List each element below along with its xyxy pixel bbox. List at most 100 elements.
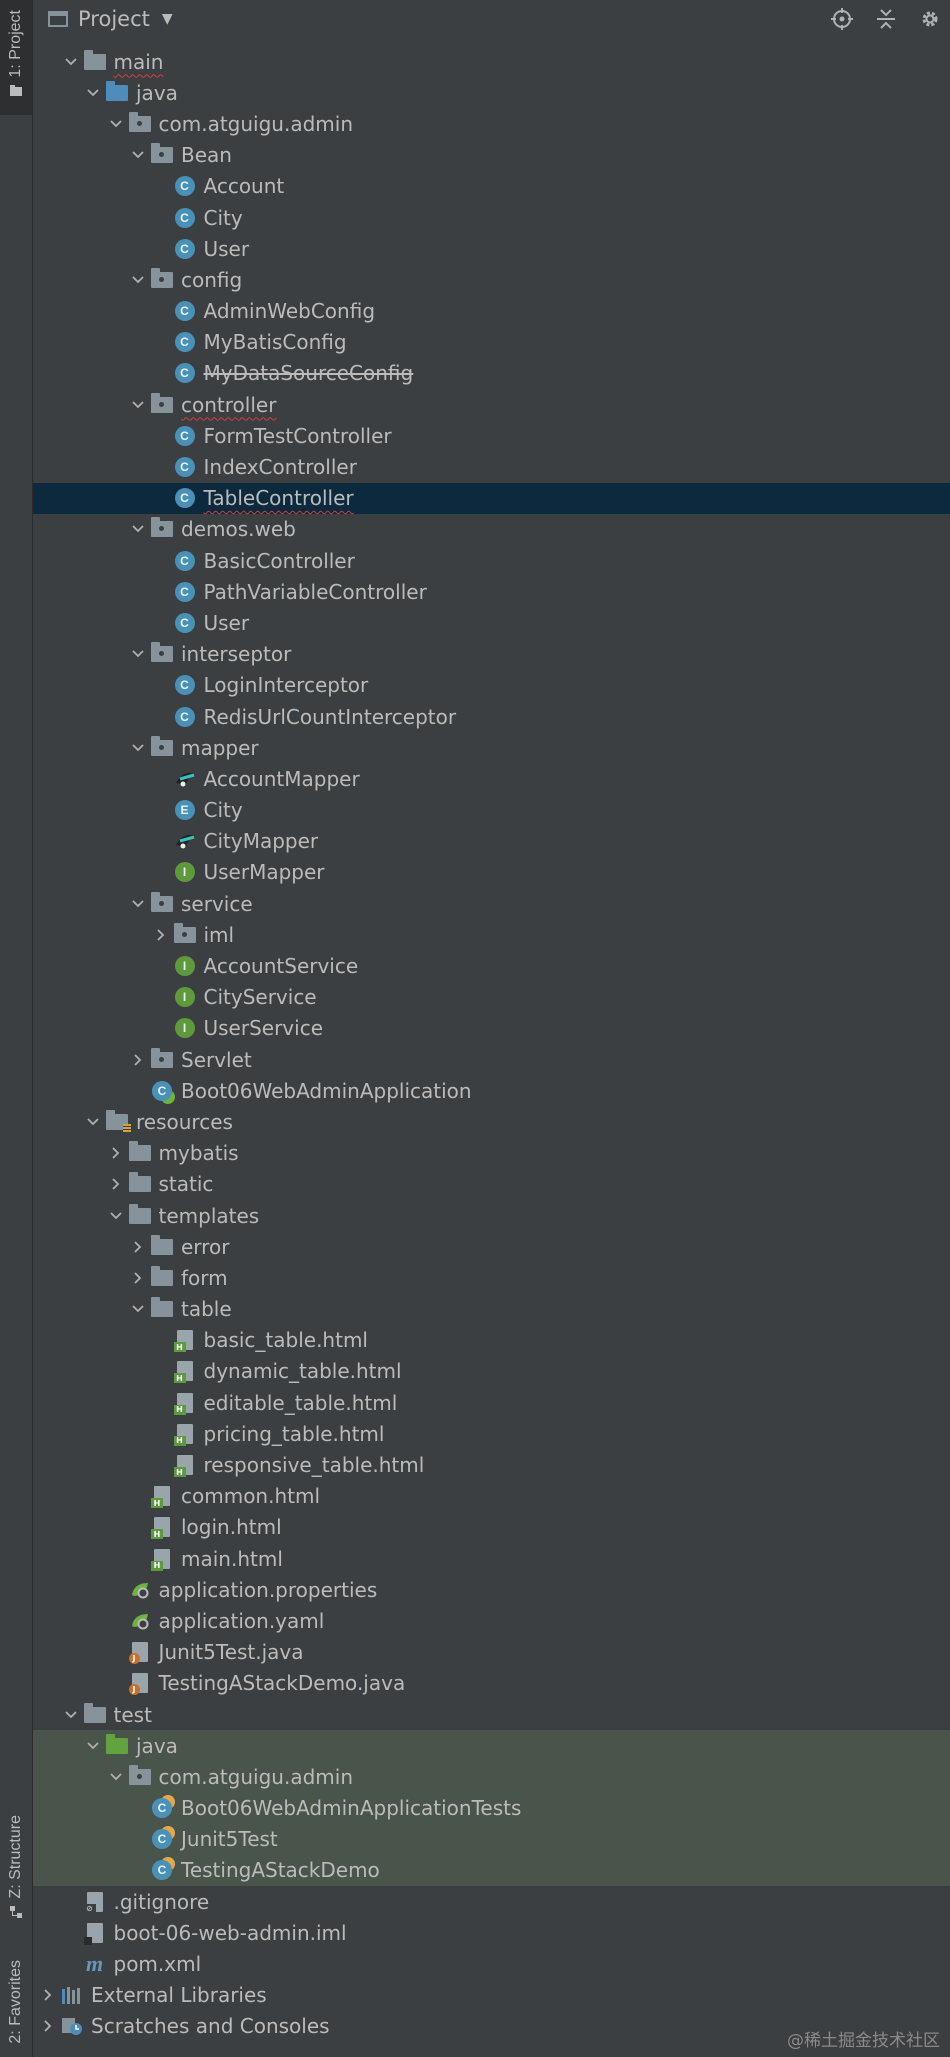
tree-node-junit5test[interactable]: C Junit5Test — [33, 1823, 950, 1855]
tree-node-dynamic-table-html[interactable]: Hdynamic_table.html — [33, 1356, 950, 1387]
tree-node-testingastackdemo[interactable]: C TestingAStackDemo — [33, 1854, 950, 1887]
chevron-right-icon[interactable] — [103, 1147, 129, 1159]
tree-node-pathvariablecontroller[interactable]: C PathVariableController — [33, 576, 950, 607]
tree-node-userservice[interactable]: I UserService — [33, 1013, 950, 1044]
tree-node-gitignore[interactable]: ⊘ .gitignore — [33, 1886, 950, 1917]
tree-node-com-atguigu-admin[interactable]: com.atguigu.admin — [33, 1761, 950, 1793]
chevron-down-icon[interactable] — [58, 57, 84, 66]
chevron-right-icon[interactable] — [125, 1272, 151, 1284]
chevron-down-icon[interactable] — [80, 1118, 106, 1126]
tree-node-demos-web[interactable]: demos.web — [33, 514, 950, 545]
tree-node-testingastackdemo-java[interactable]: J TestingAStackDemo.java — [33, 1668, 950, 1699]
tree-node-mybatis[interactable]: mybatis — [33, 1138, 950, 1169]
tree-node-controller[interactable]: controller — [33, 389, 950, 420]
tree-node-responsive-table-html[interactable]: Hresponsive_table.html — [33, 1449, 950, 1480]
tree-node-accountmapper[interactable]: AccountMapper — [33, 763, 950, 794]
tree-node-city[interactable]: C City — [33, 202, 950, 233]
tree-node-boot-06-web-admin-iml[interactable]: boot-06-web-admin.iml — [33, 1917, 950, 1948]
chevron-right-icon[interactable] — [103, 1178, 129, 1190]
tree-node-service[interactable]: service — [33, 888, 950, 919]
chevron-down-icon[interactable] — [125, 744, 151, 752]
tree-node-label: Junit5Test — [181, 1827, 278, 1852]
tree-node-java[interactable]: java — [33, 1730, 950, 1762]
class-icon: C — [174, 238, 196, 260]
tree-node-interseptor[interactable]: interseptor — [33, 639, 950, 670]
tree-node-accountservice[interactable]: I AccountService — [33, 950, 950, 981]
chevron-down-icon[interactable]: ▼ — [162, 11, 173, 27]
tree-node-com-atguigu-admin[interactable]: com.atguigu.admin — [33, 108, 950, 139]
tree-node-application-yaml[interactable]: application.yaml — [33, 1605, 950, 1636]
tree-node-mydatasourceconfig[interactable]: C MyDataSourceConfig — [33, 358, 950, 389]
chevron-right-icon[interactable] — [148, 929, 174, 941]
chevron-right-icon[interactable] — [35, 2020, 61, 2033]
locate-icon[interactable] — [828, 5, 856, 33]
chevron-down-icon[interactable] — [125, 151, 151, 159]
chevron-down-icon[interactable] — [125, 1305, 151, 1313]
tree-node-test[interactable]: test — [33, 1699, 950, 1730]
tree-node-redisurlcountinterceptor[interactable]: C RedisUrlCountInterceptor — [33, 701, 950, 732]
tree-node-account[interactable]: C Account — [33, 171, 950, 202]
chevron-down-icon[interactable] — [103, 1773, 129, 1781]
tree-node-adminwebconfig[interactable]: C AdminWebConfig — [33, 296, 950, 327]
tree-node-boot06webadminapplicationtests[interactable]: C Boot06WebAdminApplicationTests — [33, 1792, 950, 1824]
tree-node-basiccontroller[interactable]: C BasicController — [33, 545, 950, 576]
chevron-right-icon[interactable] — [35, 1989, 61, 2001]
structure-tool-tab[interactable]: Z: Structure — [0, 1815, 32, 1935]
tree-node-pricing-table-html[interactable]: Hpricing_table.html — [33, 1418, 950, 1449]
collapse-all-icon[interactable] — [872, 5, 900, 33]
chevron-down-icon[interactable] — [125, 401, 151, 409]
tree-node-application-properties[interactable]: application.properties — [33, 1574, 950, 1605]
settings-icon[interactable] — [916, 5, 944, 33]
tree-node-bean[interactable]: Bean — [33, 140, 950, 171]
tree-node-indexcontroller[interactable]: C IndexController — [33, 451, 950, 482]
tree-node-city[interactable]: E City — [33, 795, 950, 826]
tree-node-junit5test-java[interactable]: J Junit5Test.java — [33, 1637, 950, 1668]
tree-node-common-html[interactable]: Hcommon.html — [33, 1481, 950, 1512]
tree-node-servlet[interactable]: Servlet — [33, 1044, 950, 1075]
chevron-down-icon[interactable] — [80, 89, 106, 97]
chevron-down-icon[interactable] — [125, 650, 151, 658]
tree-node-editable-table-html[interactable]: Heditable_table.html — [33, 1387, 950, 1418]
project-view-selector[interactable]: Project — [78, 7, 150, 31]
tree-node-pom-xml[interactable]: m pom.xml — [33, 1948, 950, 1979]
chevron-right-icon[interactable] — [125, 1053, 151, 1066]
tree-node-java[interactable]: java — [33, 77, 950, 108]
tree-node-formtestcontroller[interactable]: C FormTestController — [33, 420, 950, 451]
tree-node-resources[interactable]: resources — [33, 1106, 950, 1137]
tree-node-main-html[interactable]: Hmain.html — [33, 1543, 950, 1574]
chevron-down-icon[interactable] — [103, 120, 129, 128]
tree-node-logininterceptor[interactable]: C LoginInterceptor — [33, 670, 950, 701]
chevron-down-icon[interactable] — [58, 1710, 84, 1719]
project-tree[interactable]: main java com.atguigu.admin Bean C Account C Ci… — [33, 46, 950, 2042]
tree-node-main[interactable]: main — [33, 46, 950, 77]
tree-node-citymapper[interactable]: CityMapper — [33, 826, 950, 857]
tree-node-config[interactable]: config — [33, 264, 950, 295]
class-icon: C — [174, 300, 196, 322]
tree-node-usermapper[interactable]: I UserMapper — [33, 857, 950, 888]
tree-node-boot06webadminapplication[interactable]: C Boot06WebAdminApplication — [33, 1075, 950, 1106]
chevron-down-icon[interactable] — [125, 900, 151, 908]
tree-node-basic-table-html[interactable]: Hbasic_table.html — [33, 1325, 950, 1356]
favorites-tool-tab[interactable]: 2: Favorites — [0, 1960, 32, 2057]
tree-node-table[interactable]: table — [33, 1294, 950, 1325]
tree-node-cityservice[interactable]: I CityService — [33, 982, 950, 1013]
tree-node-tablecontroller[interactable]: C TableController — [33, 482, 950, 514]
chevron-down-icon[interactable] — [80, 1742, 106, 1750]
tree-node-static[interactable]: static — [33, 1169, 950, 1200]
project-tool-tab[interactable]: 1: Project — [0, 0, 32, 115]
chevron-down-icon[interactable] — [125, 525, 151, 533]
tree-node-error[interactable]: error — [33, 1231, 950, 1262]
interface-icon: I — [174, 955, 196, 977]
tree-node-templates[interactable]: templates — [33, 1200, 950, 1231]
chevron-right-icon[interactable] — [125, 1241, 151, 1253]
tree-node-mybatisconfig[interactable]: C MyBatisConfig — [33, 327, 950, 358]
chevron-down-icon[interactable] — [125, 276, 151, 284]
tree-node-external-libraries[interactable]: External Libraries — [33, 1980, 950, 2011]
tree-node-user[interactable]: C User — [33, 233, 950, 264]
chevron-down-icon[interactable] — [103, 1211, 129, 1220]
tree-node-form[interactable]: form — [33, 1262, 950, 1293]
tree-node-login-html[interactable]: Hlogin.html — [33, 1512, 950, 1543]
tree-node-iml[interactable]: iml — [33, 919, 950, 950]
tree-node-mapper[interactable]: mapper — [33, 732, 950, 763]
tree-node-user[interactable]: C User — [33, 607, 950, 638]
